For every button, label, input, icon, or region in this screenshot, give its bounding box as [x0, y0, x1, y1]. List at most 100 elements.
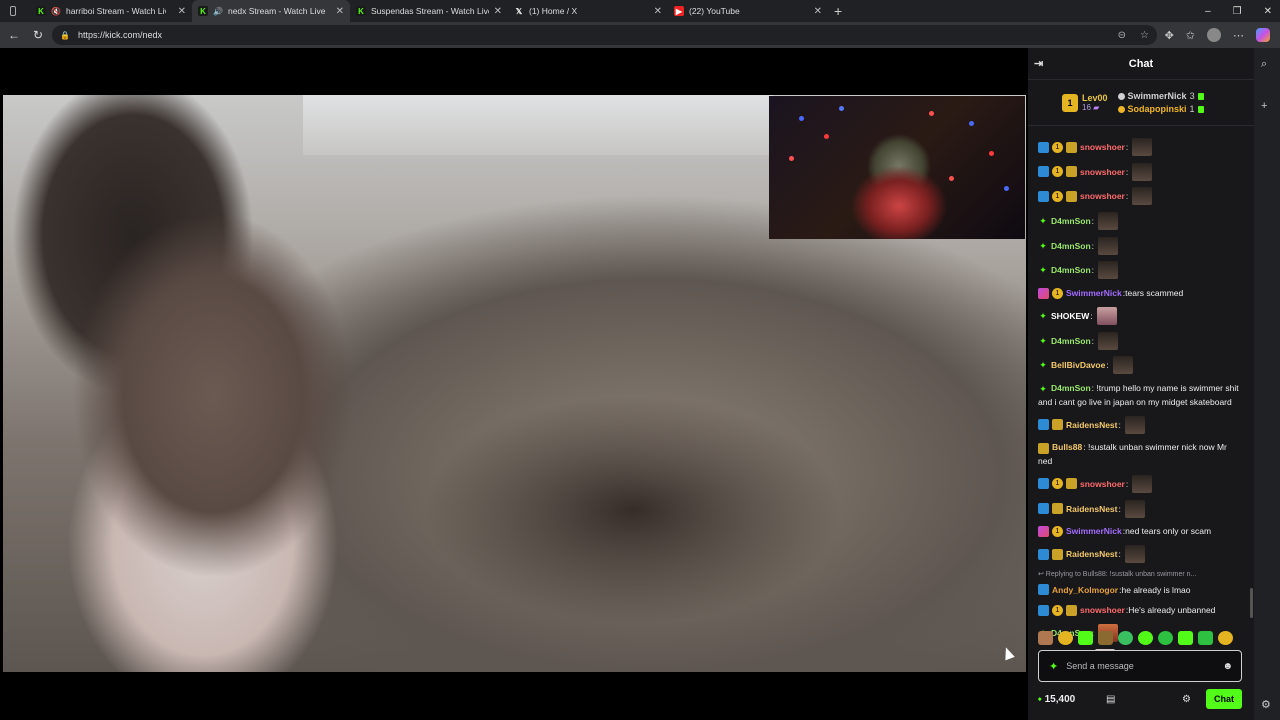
gift-badge-icon: [1066, 141, 1077, 153]
chat-message[interactable]: ✦ D4mnSon:: [1038, 331, 1242, 350]
colon-separator: :: [1091, 216, 1095, 227]
chat-username[interactable]: SHOKEW: [1051, 309, 1089, 323]
speaker-icon[interactable]: 🔊: [213, 7, 223, 16]
chat-username[interactable]: RaidensNest: [1066, 502, 1118, 516]
close-tab-icon[interactable]: ✕: [494, 6, 502, 17]
search-icon[interactable]: ⌕: [1261, 58, 1267, 71]
chat-message[interactable]: ✦ D4mnSon: !trump hello my name is swimme…: [1038, 381, 1242, 409]
chat-message[interactable]: 1 snowshoer:: [1038, 187, 1242, 206]
emote-icon[interactable]: [1118, 631, 1133, 645]
favorite-star-icon[interactable]: ☆: [1140, 30, 1149, 41]
close-tab-icon[interactable]: ✕: [814, 6, 822, 17]
emote-icon[interactable]: [1098, 631, 1113, 645]
chat-message-input[interactable]: ✦ Send a message ☻: [1038, 650, 1242, 682]
tab-nedx[interactable]: K 🔊 nedx Stream - Watch Live on ✕: [192, 0, 350, 22]
x-logo-icon: 𝕏: [515, 6, 523, 16]
reload-icon[interactable]: ↻: [26, 28, 50, 42]
chat-username[interactable]: SwimmerNick: [1066, 286, 1122, 300]
chat-message[interactable]: Andy_Kolmogor: he already is lmao: [1038, 583, 1242, 597]
maximize-button[interactable]: ❐: [1233, 6, 1242, 17]
close-tab-icon[interactable]: ✕: [178, 6, 186, 17]
chat-message[interactable]: RaidensNest:: [1038, 415, 1242, 434]
chat-username[interactable]: Andy_Kolmogor: [1052, 583, 1118, 597]
chat-message[interactable]: ✦ SHOKEW:: [1038, 306, 1242, 325]
tab-harriboi[interactable]: K 🔇 harriboi Stream - Watch Live ✕: [30, 0, 192, 22]
close-window-button[interactable]: ✕: [1264, 6, 1272, 17]
close-tab-icon[interactable]: ✕: [654, 6, 662, 17]
leaderboard-others: SwimmerNick 3 Sodapopinski 1: [1117, 91, 1204, 114]
chat-username[interactable]: D4mnSon: [1051, 334, 1091, 348]
collapse-chat-icon[interactable]: ⇥: [1034, 57, 1043, 70]
leaderboard-entry: SwimmerNick 3: [1117, 91, 1204, 101]
tab-youtube[interactable]: ▶ (22) YouTube ✕: [668, 0, 828, 22]
emoji-picker-icon[interactable]: ☻: [1222, 661, 1233, 672]
copilot-icon[interactable]: [1256, 28, 1270, 42]
chat-settings-icon[interactable]: ⚙: [1182, 694, 1191, 705]
reader-mode-icon[interactable]: ⊝: [1118, 30, 1126, 41]
reply-context[interactable]: ↩ Replying to Bulls88: !sustalk unban sw…: [1038, 570, 1254, 580]
chat-messages[interactable]: 1 snowshoer: 1 snowshoer: 1 snowshoer: ✦ D4m…: [1028, 128, 1254, 667]
chat-message[interactable]: 1 SwimmerNick: ned tears only or scam: [1038, 524, 1242, 538]
chat-message[interactable]: ✦ D4mnSon:: [1038, 261, 1242, 280]
chat-username[interactable]: snowshoer: [1080, 189, 1125, 203]
store-icon[interactable]: ▤: [1106, 694, 1115, 705]
chat-username[interactable]: RaidensNest: [1066, 547, 1118, 561]
emote-icon[interactable]: [1158, 631, 1173, 645]
emote-image: [1124, 415, 1145, 434]
chat-message[interactable]: 1 snowshoer:: [1038, 474, 1242, 493]
more-menu-icon[interactable]: ⋯: [1233, 29, 1244, 42]
chat-username[interactable]: BellBivDavoe: [1051, 358, 1105, 372]
chat-message[interactable]: Bulls88: !sustalk unban swimmer nick now…: [1038, 440, 1242, 468]
chat-username[interactable]: RaidensNest: [1066, 418, 1118, 432]
minimize-button[interactable]: –: [1205, 6, 1211, 17]
chat-message[interactable]: 1 snowshoer: He's already unbanned: [1038, 603, 1242, 617]
gift-leaderboard[interactable]: 1 Lev00 16 ▰ SwimmerNick 3 Sodapopinski …: [1028, 80, 1254, 126]
chat-message[interactable]: ✦ D4mnSon:: [1038, 236, 1242, 255]
tab-actions-icon[interactable]: [10, 6, 16, 16]
blue-badge-icon: [1038, 584, 1049, 596]
chat-message[interactable]: RaidensNest:: [1038, 499, 1242, 518]
chat-username[interactable]: snowshoer: [1080, 165, 1125, 179]
add-icon[interactable]: +: [1261, 100, 1267, 112]
tab-x-home[interactable]: 𝕏 (1) Home / X ✕: [508, 0, 668, 22]
close-tab-icon[interactable]: ✕: [336, 6, 344, 17]
new-tab-button[interactable]: +: [834, 3, 842, 19]
settings-gear-icon[interactable]: ⚙: [1261, 698, 1271, 711]
emote-icon[interactable]: [1198, 631, 1213, 645]
channel-points[interactable]: ⬩ 15,400: [1038, 694, 1075, 705]
gift-badge-icon: [1052, 419, 1063, 431]
chat-username[interactable]: D4mnSon: [1051, 214, 1091, 228]
chat-username[interactable]: D4mnSon: [1051, 239, 1091, 253]
send-chat-button[interactable]: Chat: [1206, 689, 1242, 709]
site-info-icon[interactable]: 🔒: [60, 31, 70, 40]
chat-username[interactable]: SwimmerNick: [1066, 524, 1122, 538]
url-field[interactable]: 🔒 https://kick.com/nedx ⊝ ☆: [52, 25, 1157, 45]
chat-scrollbar[interactable]: [1250, 588, 1253, 618]
chat-message[interactable]: ✦ BellBivDavoe:: [1038, 356, 1242, 375]
chat-username[interactable]: snowshoer: [1080, 477, 1125, 491]
chat-username[interactable]: snowshoer: [1080, 140, 1125, 154]
chat-username[interactable]: snowshoer: [1080, 603, 1125, 617]
chat-message[interactable]: ✦ D4mnSon:: [1038, 212, 1242, 231]
chat-message[interactable]: 1 SwimmerNick: tears scammed: [1038, 286, 1242, 300]
chat-message[interactable]: 1 snowshoer:: [1038, 138, 1242, 156]
emote-icon[interactable]: [1038, 631, 1053, 645]
chat-username[interactable]: Bulls88: [1052, 442, 1082, 452]
back-icon[interactable]: ←: [2, 28, 26, 42]
colon-separator: :: [1090, 310, 1093, 321]
chat-message[interactable]: 1 snowshoer:: [1038, 162, 1242, 181]
emote-icon[interactable]: [1058, 631, 1073, 645]
extensions-icon[interactable]: ✥: [1165, 29, 1174, 42]
profile-avatar[interactable]: [1207, 28, 1221, 42]
tab-suspendas[interactable]: K Suspendas Stream - Watch Live o ✕: [350, 0, 508, 22]
emote-icon[interactable]: [1078, 631, 1093, 645]
mute-icon[interactable]: 🔇: [51, 7, 61, 16]
chat-username[interactable]: D4mnSon: [1051, 263, 1091, 277]
chat-username[interactable]: D4mnSon: [1051, 383, 1091, 393]
emote-icon[interactable]: [1178, 631, 1193, 645]
favorites-icon[interactable]: ✩: [1186, 29, 1195, 42]
chat-message[interactable]: RaidensNest:: [1038, 545, 1242, 563]
gold-badge-icon: 1: [1052, 525, 1063, 537]
emote-icon[interactable]: [1138, 631, 1153, 645]
emote-icon[interactable]: [1218, 631, 1233, 645]
